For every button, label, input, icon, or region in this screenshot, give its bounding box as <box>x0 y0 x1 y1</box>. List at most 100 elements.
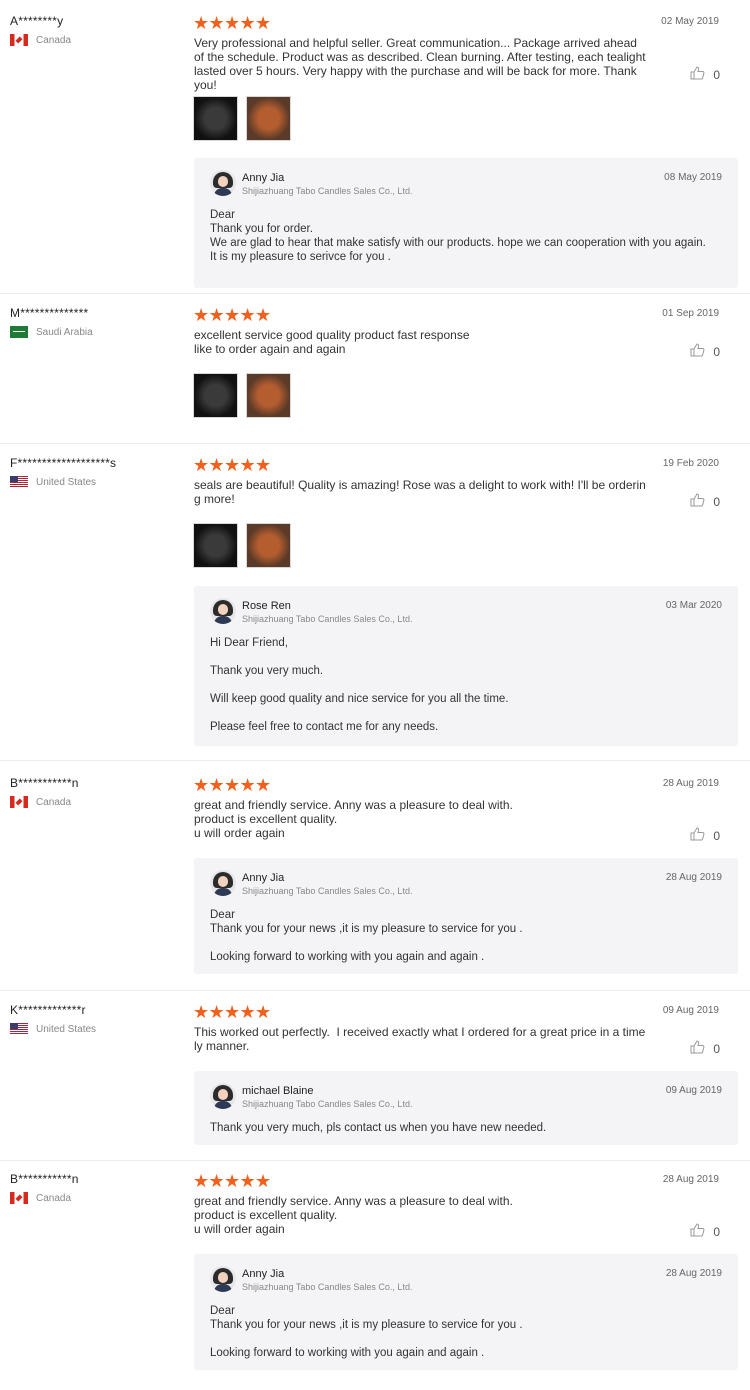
photo-list <box>193 523 299 568</box>
reply-author: Anny Jia <box>242 1268 285 1280</box>
reply-line <box>210 650 720 664</box>
avatar <box>210 598 236 624</box>
reply-date: 08 May 2019 <box>664 172 722 183</box>
reply-line: Thank you for order. <box>210 223 313 235</box>
review-date: 09 Aug 2019 <box>662 1005 719 1016</box>
reply-date: 03 Mar 2020 <box>665 600 722 611</box>
reply-line: Thank you very much. <box>210 665 324 677</box>
star-icon: ★ <box>224 1171 241 1191</box>
star-icon: ★ <box>193 1171 210 1191</box>
review-photo[interactable] <box>193 373 238 418</box>
star-icon: ★ <box>255 305 272 325</box>
like-count: 0 <box>713 828 720 843</box>
buyer-country: Canada <box>10 34 71 46</box>
reply-line: It is my pleasure to serivce for you . <box>210 251 391 263</box>
star-icon: ★ <box>239 1171 256 1191</box>
review-date: 02 May 2019 <box>661 16 719 27</box>
reply-line: Hi Dear Friend, <box>210 637 288 649</box>
reply-line: Dear <box>210 209 235 221</box>
thumb-up-icon <box>690 1040 713 1057</box>
photo-list <box>193 373 299 418</box>
star-icon: ★ <box>224 455 241 475</box>
canada-flag-icon <box>10 34 28 46</box>
divider <box>0 990 750 991</box>
star-rating: ★★★★★ <box>193 776 271 794</box>
star-icon: ★ <box>239 455 256 475</box>
like-button[interactable]: 0 <box>690 493 720 510</box>
seller-reply: michael Blaine Shijiazhuang Tabo Candles … <box>194 1071 738 1145</box>
reply-text: Dear Thank you for order. We are glad to h… <box>210 208 720 264</box>
reply-line: Looking forward to working with you agai… <box>210 951 485 963</box>
review-photo[interactable] <box>246 523 291 568</box>
reply-company: Shijiazhuang Tabo Candles Sales Co., Ltd… <box>242 186 413 196</box>
star-rating: ★★★★★ <box>193 1003 271 1021</box>
review-text: seals are beautiful! Quality is amazing!… <box>194 478 646 506</box>
star-icon: ★ <box>255 1002 272 1022</box>
like-button[interactable]: 0 <box>690 1223 720 1240</box>
divider <box>0 443 750 444</box>
review-date: 01 Sep 2019 <box>662 308 719 319</box>
star-icon: ★ <box>208 775 225 795</box>
review-photo[interactable] <box>193 96 238 141</box>
buyer-country: Canada <box>10 1192 71 1204</box>
reply-author: michael Blaine <box>242 1085 314 1097</box>
divider <box>0 293 750 294</box>
like-button[interactable]: 0 <box>690 343 720 360</box>
thumb-up-icon <box>690 66 713 83</box>
reply-line: Thank you very much, pls contact us when… <box>210 1122 547 1134</box>
buyer-name: A********y <box>10 14 64 28</box>
review-date: 28 Aug 2019 <box>662 1174 719 1185</box>
reply-line <box>210 706 720 720</box>
like-count: 0 <box>713 1041 720 1056</box>
reply-line <box>210 1332 720 1346</box>
review-photo[interactable] <box>246 373 291 418</box>
avatar <box>210 1083 236 1109</box>
reply-company: Shijiazhuang Tabo Candles Sales Co., Ltd… <box>242 1282 413 1292</box>
buyer-country: Saudi Arabia <box>10 326 93 338</box>
reply-line: Thank you for your news ,it is my pleasu… <box>210 923 523 935</box>
reply-company: Shijiazhuang Tabo Candles Sales Co., Ltd… <box>242 614 413 624</box>
like-count: 0 <box>713 344 720 359</box>
like-count: 0 <box>713 494 720 509</box>
seller-reply: Anny Jia Shijiazhuang Tabo Candles Sales … <box>194 158 738 288</box>
country-name: United States <box>36 1023 97 1035</box>
seller-reply: Anny Jia Shijiazhuang Tabo Candles Sales … <box>194 1254 738 1370</box>
reply-date: 28 Aug 2019 <box>665 872 722 883</box>
canada-flag-icon <box>10 1192 28 1204</box>
review-text: great and friendly service. Anny was a p… <box>194 798 513 840</box>
thumb-up-icon <box>690 827 713 844</box>
star-icon: ★ <box>208 455 225 475</box>
reply-line: Dear <box>210 909 235 921</box>
avatar <box>210 1266 236 1292</box>
buyer-country: United States <box>10 1023 96 1035</box>
divider <box>0 760 750 761</box>
star-icon: ★ <box>255 455 272 475</box>
buyer-name: B***********n <box>10 1172 79 1186</box>
canada-flag-icon <box>10 796 28 808</box>
buyer-country: United States <box>10 476 96 488</box>
review-photo[interactable] <box>193 523 238 568</box>
star-icon: ★ <box>255 775 272 795</box>
thumb-up-icon <box>690 343 713 360</box>
star-icon: ★ <box>224 305 241 325</box>
reply-company: Shijiazhuang Tabo Candles Sales Co., Ltd… <box>242 1099 413 1109</box>
reply-line <box>210 936 720 950</box>
review-photo[interactable] <box>246 96 291 141</box>
thumb-up-icon <box>690 493 713 510</box>
reply-author: Anny Jia <box>242 872 285 884</box>
star-icon: ★ <box>193 775 210 795</box>
like-button[interactable]: 0 <box>690 1040 720 1057</box>
like-button[interactable]: 0 <box>690 66 720 83</box>
star-icon: ★ <box>224 775 241 795</box>
like-button[interactable]: 0 <box>690 827 720 844</box>
star-icon: ★ <box>255 1171 272 1191</box>
star-icon: ★ <box>193 13 210 33</box>
star-icon: ★ <box>208 1171 225 1191</box>
star-icon: ★ <box>208 13 225 33</box>
reply-line: We are glad to hear that make satisfy wi… <box>210 237 706 249</box>
star-icon: ★ <box>193 1002 210 1022</box>
reply-date: 28 Aug 2019 <box>665 1268 722 1279</box>
star-icon: ★ <box>208 1002 225 1022</box>
seller-reply: Rose Ren Shijiazhuang Tabo Candles Sales … <box>194 586 738 746</box>
country-name: Canada <box>36 1192 72 1204</box>
